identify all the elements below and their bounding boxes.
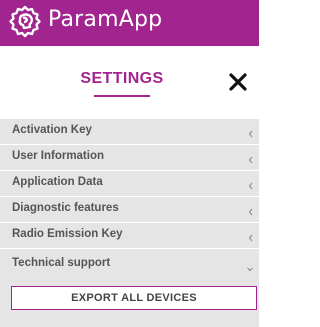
gear-head-icon <box>6 4 44 42</box>
page-title: SETTINGS <box>80 70 164 87</box>
app-title: ParamApp <box>48 7 163 32</box>
chevron-left-icon <box>247 152 255 164</box>
chevron-left-icon <box>247 230 255 242</box>
menu-item-radio-emission-key[interactable]: Radio Emission Key <box>0 223 259 249</box>
menu-item-label: Radio Emission Key <box>12 228 123 240</box>
settings-header: SETTINGS <box>0 46 259 118</box>
app-bar: ParamApp <box>0 0 259 46</box>
menu-item-label: User Information <box>12 150 105 162</box>
close-icon[interactable] <box>228 72 248 92</box>
menu-item-application-data[interactable]: Application Data <box>0 171 259 197</box>
title-underline <box>94 95 150 97</box>
settings-menu: Activation Key User Information Applicat… <box>0 119 259 249</box>
chevron-down-icon[interactable] <box>245 260 255 272</box>
menu-item-label: Diagnostic features <box>12 202 119 214</box>
technical-support-section: Technical support EXPORT ALL DEVICES <box>0 249 259 327</box>
menu-item-label: Activation Key <box>12 124 92 136</box>
menu-item-label: Application Data <box>12 176 103 188</box>
chevron-left-icon <box>247 178 255 190</box>
menu-item-diagnostic-features[interactable]: Diagnostic features <box>0 197 259 223</box>
chevron-left-icon <box>247 126 255 138</box>
export-all-devices-button[interactable]: EXPORT ALL DEVICES <box>11 286 257 310</box>
menu-item-activation-key[interactable]: Activation Key <box>0 119 259 145</box>
chevron-left-icon <box>247 204 255 216</box>
menu-item-technical-support[interactable]: Technical support <box>12 257 110 269</box>
menu-item-user-information[interactable]: User Information <box>0 145 259 171</box>
